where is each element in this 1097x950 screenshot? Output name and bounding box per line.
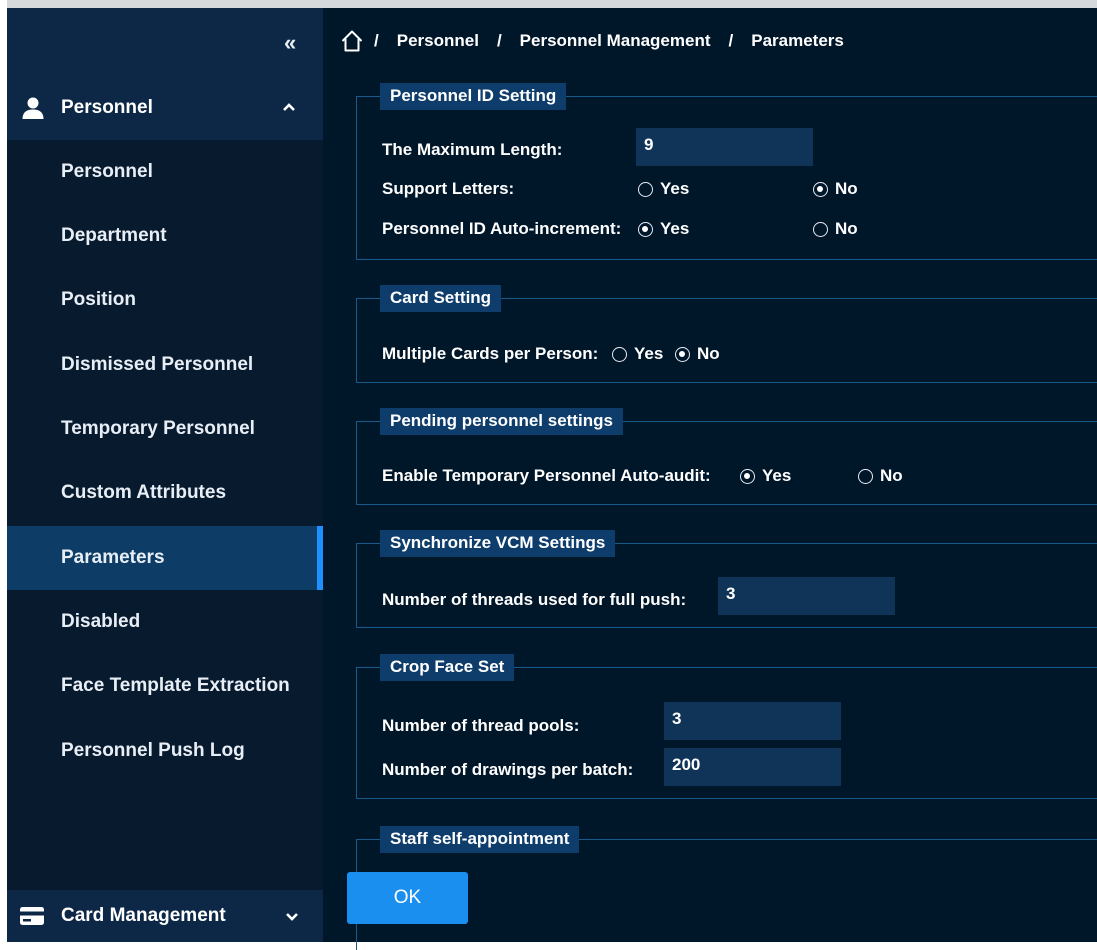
breadcrumb-separator: / — [728, 31, 734, 50]
breadcrumb-item[interactable]: Personnel Management — [520, 31, 711, 51]
sidebar-item-label: Personnel Push Log — [61, 740, 245, 761]
auto-audit-no-radio[interactable]: No — [858, 466, 903, 486]
sidebar: « Personnel Personnel Department Positio… — [7, 8, 323, 942]
sidebar-item-parameters[interactable]: Parameters — [7, 526, 323, 590]
ok-button[interactable]: OK — [347, 872, 468, 924]
radio-label: Yes — [634, 344, 664, 363]
support-letters-no-radio[interactable]: No — [813, 179, 858, 199]
full-push-threads-input[interactable]: 3 — [718, 577, 895, 615]
sidebar-item-temporary-personnel[interactable]: Temporary Personnel — [7, 397, 323, 461]
breadcrumb-separator: / — [496, 31, 502, 50]
sidebar-item-label: Temporary Personnel — [61, 418, 255, 439]
multiple-cards-yes-radio[interactable]: Yes — [612, 344, 663, 364]
radio-circle — [813, 221, 828, 237]
thread-pools-label: Number of thread pools: — [382, 716, 580, 735]
sidebar-item-disabled[interactable]: Disabled — [7, 590, 323, 654]
chevron-down-icon — [286, 913, 298, 921]
sidebar-group-personnel[interactable]: Personnel — [7, 80, 323, 140]
personnel-id-setting-section: Personnel ID Setting The Maximum Length:… — [356, 83, 1097, 260]
support-letters-label: Support Letters: — [382, 179, 515, 198]
radio-label: No — [697, 344, 720, 363]
max-length-input[interactable]: 9 — [636, 128, 813, 166]
sidebar-collapse-row: « — [7, 8, 323, 80]
home-icon[interactable] — [340, 29, 364, 53]
radio-circle-selected — [813, 181, 828, 197]
radio-label: Yes — [660, 179, 690, 198]
crop-face-set-section: Crop Face Set Number of thread pools: 3 … — [356, 654, 1097, 799]
radio-label: No — [835, 219, 858, 238]
section-legend: Crop Face Set — [380, 654, 515, 681]
sidebar-item-label: Dismissed Personnel — [61, 354, 254, 375]
sidebar-item-label: Disabled — [61, 611, 141, 632]
breadcrumb-separator: / — [374, 31, 379, 50]
sidebar-item-face-template-extraction[interactable]: Face Template Extraction — [7, 654, 323, 718]
sidebar-item-label: Face Template Extraction — [61, 675, 290, 696]
radio-circle — [612, 346, 627, 362]
radio-label: No — [880, 466, 903, 485]
drawings-per-batch-label: Number of drawings per batch: — [382, 760, 634, 779]
sidebar-item-personnel[interactable]: Personnel — [7, 140, 323, 204]
radio-label: Yes — [660, 219, 690, 238]
person-icon — [22, 97, 44, 119]
auto-increment-yes-radio[interactable]: Yes — [638, 219, 689, 239]
radio-circle-selected — [675, 346, 690, 362]
section-legend: Pending personnel settings — [380, 408, 623, 435]
breadcrumb: / Personnel / Personnel Management / Par… — [340, 28, 844, 54]
sidebar-group-card-management[interactable]: Card Management — [7, 890, 323, 942]
sidebar-item-department[interactable]: Department — [7, 204, 323, 268]
sidebar-group-label: Card Management — [61, 905, 226, 926]
radio-circle — [638, 181, 653, 197]
auto-increment-label: Personnel ID Auto-increment: — [382, 219, 622, 238]
sidebar-item-label: Parameters — [61, 547, 165, 568]
radio-circle-selected — [638, 221, 653, 237]
breadcrumb-item[interactable]: Personnel — [397, 31, 479, 51]
synchronize-vcm-settings-section: Synchronize VCM Settings Number of threa… — [356, 530, 1097, 628]
support-letters-yes-radio[interactable]: Yes — [638, 179, 689, 199]
pending-personnel-settings-section: Pending personnel settings Enable Tempor… — [356, 408, 1097, 505]
sidebar-item-label: Custom Attributes — [61, 482, 227, 503]
sidebar-item-label: Department — [61, 225, 167, 246]
full-push-threads-label: Number of threads used for full push: — [382, 590, 687, 609]
card-setting-section: Card Setting Multiple Cards per Person: … — [356, 285, 1097, 383]
drawings-per-batch-input[interactable]: 200 — [664, 748, 841, 786]
collapse-sidebar-button[interactable]: « — [284, 30, 296, 56]
thread-pools-input[interactable]: 3 — [664, 702, 841, 740]
breadcrumb-item-current: Parameters — [751, 31, 844, 50]
auto-increment-no-radio[interactable]: No — [813, 219, 858, 239]
multiple-cards-label: Multiple Cards per Person: — [382, 344, 599, 363]
section-legend: Synchronize VCM Settings — [380, 530, 616, 557]
sidebar-group-label: Personnel — [61, 97, 153, 118]
sidebar-item-personnel-push-log[interactable]: Personnel Push Log — [7, 719, 323, 783]
multiple-cards-no-radio[interactable]: No — [675, 344, 720, 364]
radio-label: Yes — [762, 466, 792, 485]
chevron-up-icon — [283, 103, 295, 111]
max-length-label: The Maximum Length: — [382, 140, 563, 159]
sidebar-item-position[interactable]: Position — [7, 268, 323, 332]
radio-circle-selected — [740, 468, 755, 484]
card-icon — [20, 907, 44, 925]
radio-circle — [858, 468, 873, 484]
main-content: / Personnel / Personnel Management / Par… — [323, 8, 1097, 950]
section-legend: Personnel ID Setting — [380, 83, 567, 110]
auto-audit-yes-radio[interactable]: Yes — [740, 466, 791, 486]
radio-label: No — [835, 179, 858, 198]
section-legend: Staff self-appointment — [380, 826, 580, 853]
sidebar-item-custom-attributes[interactable]: Custom Attributes — [7, 461, 323, 525]
auto-audit-label: Enable Temporary Personnel Auto-audit: — [382, 466, 711, 485]
top-strip — [7, 0, 1097, 8]
sidebar-item-label: Personnel — [61, 161, 153, 182]
sidebar-item-dismissed-personnel[interactable]: Dismissed Personnel — [7, 333, 323, 397]
section-legend: Card Setting — [380, 285, 502, 312]
sidebar-item-label: Position — [61, 289, 136, 310]
